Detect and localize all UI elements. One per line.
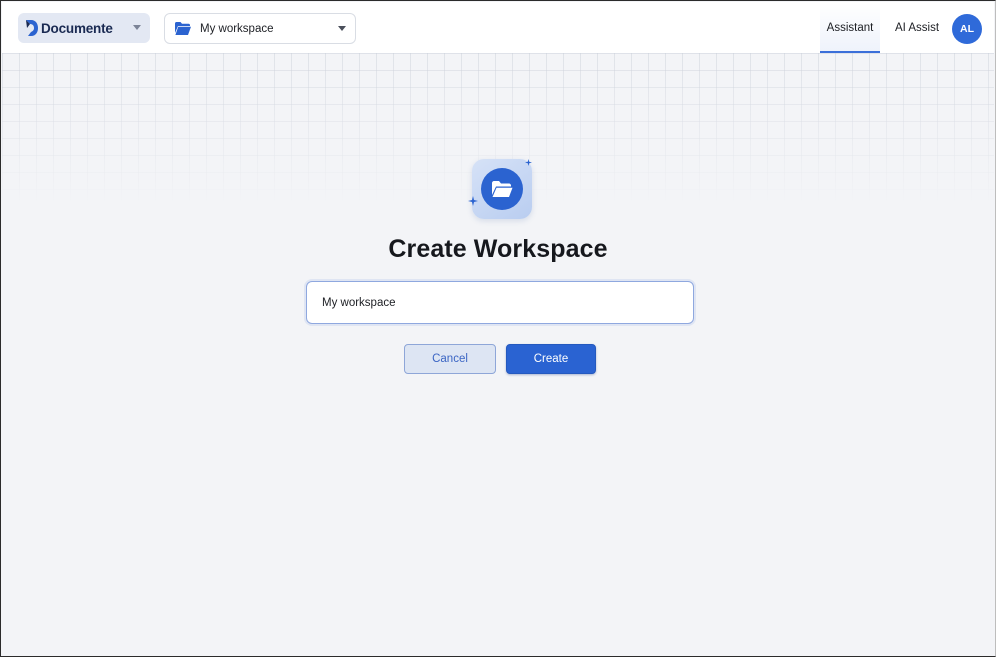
folder-open-icon [492, 181, 513, 197]
user-avatar[interactable]: AL [952, 14, 982, 44]
top-bar: Documente My workspace Assistant AI Assi… [2, 2, 994, 53]
tab-assistant[interactable]: Assistant [820, 3, 880, 53]
avatar-initials: AL [960, 23, 974, 35]
workspace-hero-icon [472, 159, 532, 219]
page-title: Create Workspace [388, 235, 608, 263]
caret-down-icon [133, 25, 141, 30]
workspace-name-input[interactable] [306, 281, 694, 324]
sparkle-icon [468, 196, 478, 206]
workspace-selector[interactable]: My workspace [164, 13, 356, 44]
hero-icon-circle [481, 168, 523, 210]
caret-down-icon [338, 26, 346, 31]
app-window: Documente My workspace Assistant AI Assi… [0, 0, 996, 657]
create-button[interactable]: Create [506, 344, 596, 374]
brand-name: Documente [41, 20, 113, 36]
brand-switcher[interactable]: Documente [18, 13, 150, 43]
tab-ai-assist-label: AI Assist [894, 22, 940, 34]
sparkle-icon [525, 159, 532, 166]
tab-assistant-label: Assistant [826, 22, 874, 34]
documente-logo-icon [26, 20, 38, 36]
folder-icon [175, 22, 191, 35]
tab-ai-assist[interactable]: AI Assist [890, 3, 944, 53]
workspace-selector-label: My workspace [200, 22, 274, 35]
cancel-button[interactable]: Cancel [404, 344, 496, 374]
